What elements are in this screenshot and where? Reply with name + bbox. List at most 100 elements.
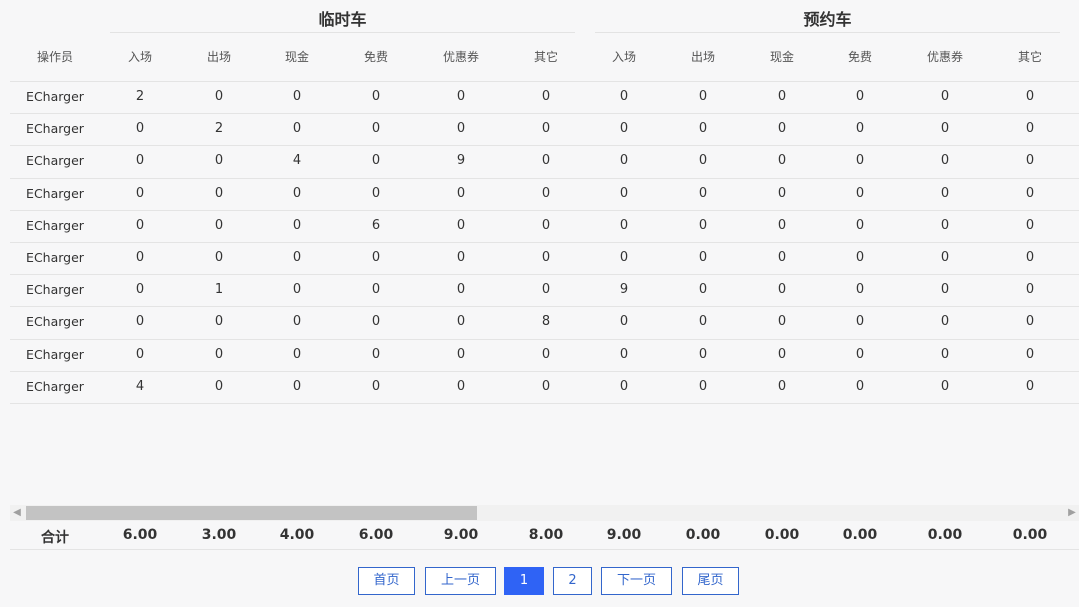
table-cell: 0 [292,250,302,265]
table-cell: 0 [855,282,865,298]
table-cell: 0 [135,250,145,265]
table-cell: 0 [541,185,551,201]
next-page-button[interactable]: 下一页 [601,567,672,595]
table-cell: 0 [135,185,145,201]
table-cell: 0 [371,89,381,104]
table-cell: 0 [541,121,551,137]
header-reserved-entry: 入场 [611,50,636,64]
table-cell: 0 [698,346,708,362]
table-cell: 1 [214,282,224,298]
table-cell: 0 [371,282,381,298]
operator-cell: ECharger [26,217,84,233]
table-cell: 0 [135,314,145,330]
table-cell: 0 [214,250,224,265]
prev-page-button[interactable]: 上一页 [425,567,496,595]
scrollbar-thumb[interactable] [26,506,477,520]
table-cell: 0 [541,346,551,362]
operator-cell: ECharger [26,89,84,104]
row-divider [10,274,1079,275]
table-cell: 0 [1025,346,1035,362]
table-cell: 0 [214,153,224,169]
table-cell: 0 [214,185,224,201]
table-cell: 0 [777,314,787,330]
row-divider [10,178,1079,179]
table-cell: 0 [541,378,551,394]
table-cell: 0 [940,153,950,169]
table-cell: 0 [940,121,950,137]
table-cell: 0 [940,89,950,104]
table-cell: 0 [855,217,865,233]
table-cell: 0 [619,250,629,265]
table-cell: 2 [135,89,145,104]
operator-cell: ECharger [26,282,84,298]
header-reserved-exit: 出场 [690,50,715,64]
table-cell: 0 [855,250,865,265]
header-temp-other: 其它 [533,50,558,64]
total-value: 0.00 [842,527,878,543]
row-divider [10,210,1079,211]
table-cell: 0 [619,378,629,394]
table-cell: 0 [777,250,787,265]
table-cell: 0 [456,282,466,298]
table-cell: 0 [777,185,787,201]
row-divider [10,403,1079,404]
total-value: 0.00 [1012,527,1048,543]
operator-cell: ECharger [26,378,84,394]
table-cell: 0 [619,217,629,233]
table-cell: 0 [456,185,466,201]
table-cell: 0 [940,314,950,330]
total-value: 3.00 [201,527,237,543]
table-cell: 0 [292,378,302,394]
total-value: 0.00 [764,527,800,543]
operator-cell: ECharger [26,250,84,265]
row-divider [10,339,1079,340]
table-cell: 0 [619,314,629,330]
table-cell: 0 [698,282,708,298]
total-value: 8.00 [528,527,564,543]
table-cell: 0 [698,153,708,169]
table-cell: 0 [214,378,224,394]
header-temp-exit: 出场 [206,50,231,64]
table-cell: 0 [698,121,708,137]
table-cell: 0 [135,346,145,362]
first-page-button[interactable]: 首页 [358,567,415,595]
row-divider [10,242,1079,243]
table-cell: 0 [541,217,551,233]
table-cell: 0 [619,346,629,362]
table-cell: 0 [214,314,224,330]
header-reserved-cash: 现金 [769,50,794,64]
table-cell: 0 [371,153,381,169]
table-cell: 0 [698,378,708,394]
last-page-button[interactable]: 尾页 [682,567,739,595]
page-button-1[interactable]: 1 [504,567,544,595]
table-cell: 0 [371,378,381,394]
page-button-2[interactable]: 2 [553,567,592,595]
horizontal-scrollbar[interactable]: ◀ ▶ [10,505,1079,521]
table-cell: 0 [855,378,865,394]
table-cell: 0 [777,89,787,104]
operator-cell: ECharger [26,314,84,330]
total-value: 0.00 [927,527,963,543]
table-cell: 0 [698,250,708,265]
table-cell: 0 [698,217,708,233]
table-cell: 0 [1025,282,1035,298]
table-cell: 0 [777,346,787,362]
table-cell: 0 [940,217,950,233]
table-cell: 6 [371,217,381,233]
table-cell: 0 [855,153,865,169]
table-cell: 0 [135,153,145,169]
scroll-left-icon[interactable]: ◀ [10,505,24,521]
header-temp-free: 免费 [363,50,388,64]
table-cell: 0 [456,89,466,104]
table-cell: 0 [1025,250,1035,265]
table-cell: 0 [619,121,629,137]
table-cell: 0 [292,89,302,104]
table-cell: 0 [940,378,950,394]
row-divider [10,306,1079,307]
total-value: 4.00 [279,527,315,543]
table-cell: 0 [135,282,145,298]
scroll-right-icon[interactable]: ▶ [1065,505,1079,521]
table-cell: 0 [541,89,551,104]
table-cell: 0 [698,89,708,104]
table-cell: 0 [292,217,302,233]
